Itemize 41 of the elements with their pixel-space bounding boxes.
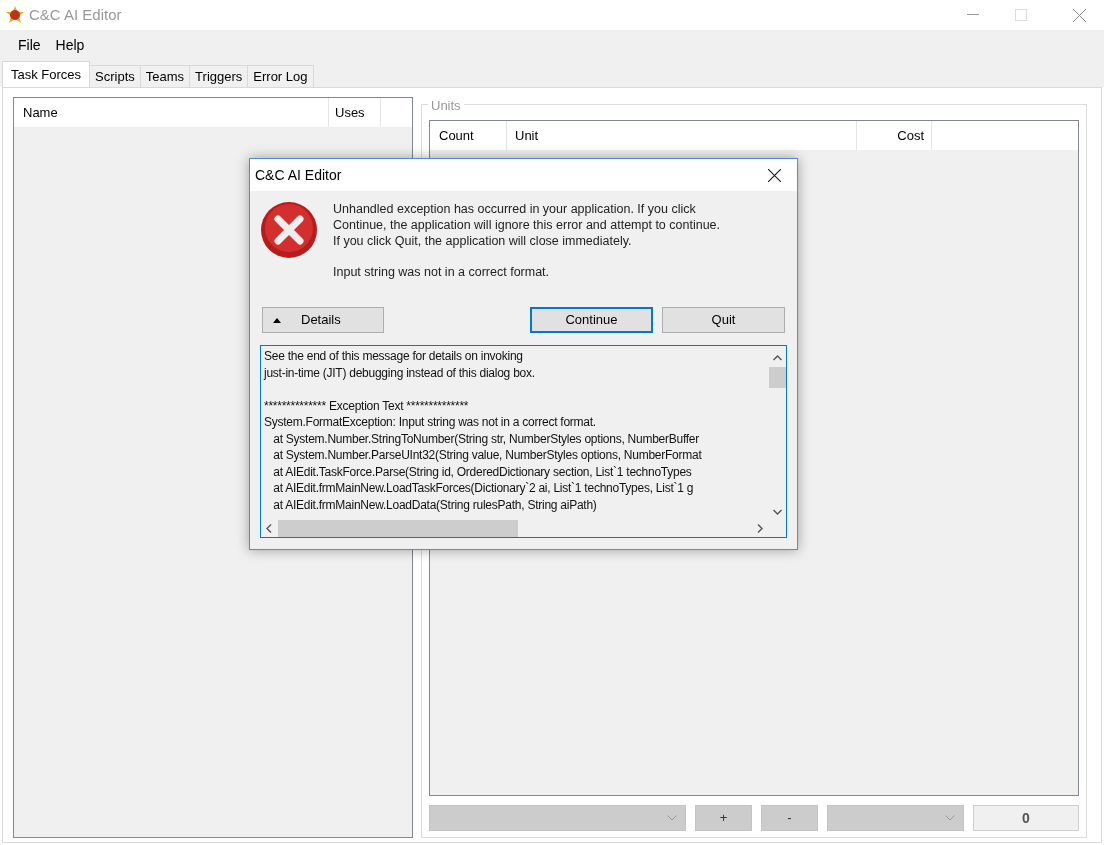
error-message: Input string was not in a correct format. xyxy=(333,264,551,280)
caret-icon xyxy=(667,815,677,821)
app-logo-icon xyxy=(5,5,25,25)
quit-button[interactable]: Quit xyxy=(662,307,785,333)
tab[interactable]: Triggers xyxy=(189,65,249,87)
column-header[interactable]: Count xyxy=(430,121,507,150)
continue-button[interactable]: Continue xyxy=(530,307,653,333)
minimize-icon[interactable] xyxy=(967,14,979,16)
tab[interactable]: Task Forces xyxy=(2,61,91,87)
total-field[interactable]: 0 xyxy=(973,805,1079,831)
message-text: If you click Quit, the application will close immediately. xyxy=(333,233,633,249)
column-header[interactable]: Uses xyxy=(329,98,381,127)
menu-item[interactable]: File xyxy=(11,32,48,59)
details-line: just-in-time (JIT) debugging instead of this dialog box. xyxy=(264,364,536,381)
details-line: System.FormatException: Input string was not in a correct format. xyxy=(264,414,597,431)
menu-item[interactable]: Help xyxy=(48,32,92,59)
details-button[interactable]: Details xyxy=(262,307,384,333)
triangle-up-icon xyxy=(273,317,281,323)
add-button[interactable]: + xyxy=(695,805,752,831)
scroll-thumb[interactable] xyxy=(769,367,786,388)
dialog-title: C&C AI Editor xyxy=(255,165,342,185)
column-header[interactable]: Unit xyxy=(507,121,857,150)
message-text: Unhandled exception has occurred in your application. If you click xyxy=(333,201,697,217)
error-icon xyxy=(260,201,318,259)
details-line: at System.Number.StringToNumber(String str, NumberStyles options, NumberBuffer xyxy=(272,430,701,447)
details-line: at AIEdit.frmMainNew.LoadData(String rulesPath, String aiPath) xyxy=(272,496,598,513)
message-text: Continue, the application will ignore this error and attempt to continue. xyxy=(333,217,721,233)
details-line: ************** Exception Text ************** xyxy=(264,397,470,414)
details-line: at System.Number.ParseUInt32(String value, NumberStyles options, NumberFormat xyxy=(272,447,703,464)
details-line: at AIEdit.frmMainNew.LoadTaskForces(Dictionary`2 ai, List`1 technoTypes, List`1 g xyxy=(272,480,695,497)
close-icon[interactable] xyxy=(768,168,781,182)
tab[interactable]: Error Log xyxy=(247,65,314,87)
column-header[interactable]: Name xyxy=(14,98,329,127)
window-title: C&C AI Editor xyxy=(29,4,122,25)
tab[interactable]: Scripts xyxy=(89,65,141,87)
scroll-thumb[interactable] xyxy=(278,520,518,537)
details-line: See the end of this message for details on invoking xyxy=(264,348,524,365)
column-header[interactable]: Cost xyxy=(857,121,932,150)
caret-icon xyxy=(945,815,955,821)
details-line: at AIEdit.TaskForce.Parse(String id, OrderedDictionary section, List`1 technoTypes xyxy=(272,463,693,480)
remove-button[interactable]: - xyxy=(761,805,818,831)
